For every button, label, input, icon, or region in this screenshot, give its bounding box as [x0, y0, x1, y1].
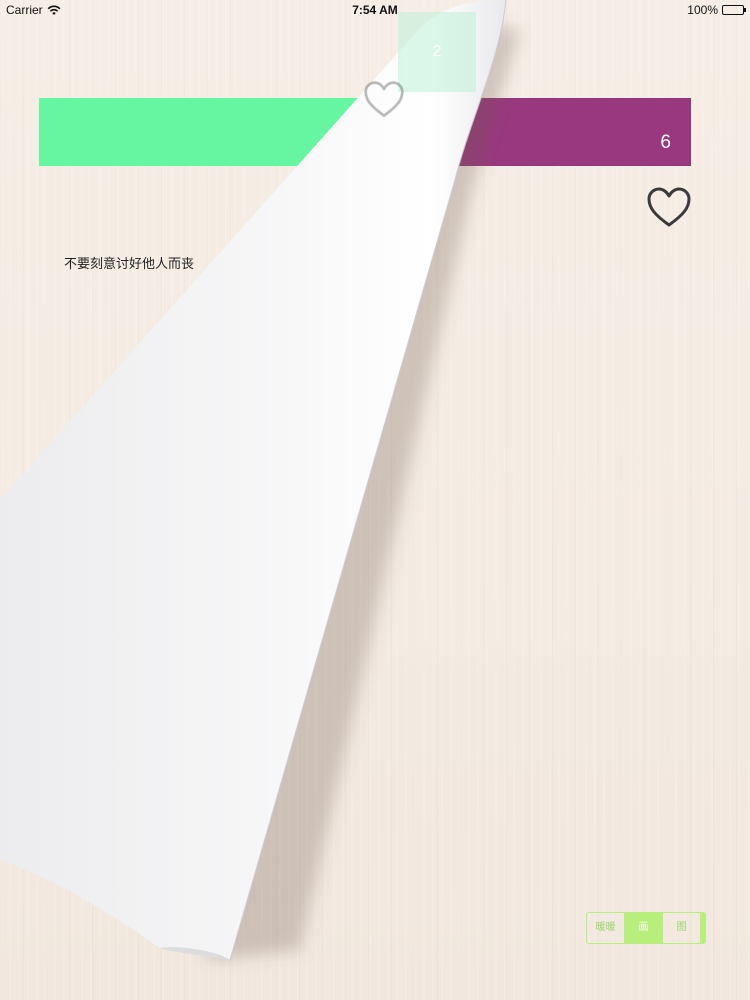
- battery-icon: [722, 5, 746, 15]
- segment-end-cap: [701, 913, 705, 943]
- segment-0[interactable]: 暖暖: [587, 913, 625, 943]
- curl-heart-icon: [362, 78, 406, 122]
- segmented-control: 暖暖 画 图: [586, 912, 706, 944]
- clock: 7:54 AM: [352, 3, 398, 17]
- segment-1[interactable]: 画: [625, 913, 663, 943]
- segment-2[interactable]: 图: [663, 913, 701, 943]
- battery-indicator: 100%: [687, 3, 746, 17]
- page-number: 6: [660, 132, 671, 153]
- status-bar: Carrier 7:54 AM 100%: [0, 0, 750, 22]
- banner-purple-block: 6: [365, 98, 691, 166]
- quote-text: 不要刻意讨好他人而丧: [64, 257, 195, 272]
- heart-outline-icon: [647, 187, 691, 227]
- battery-percent: 100%: [687, 3, 718, 17]
- favorite-button[interactable]: [645, 184, 693, 232]
- curl-back-tile: 2: [398, 12, 476, 92]
- banner-green-block: [39, 98, 365, 166]
